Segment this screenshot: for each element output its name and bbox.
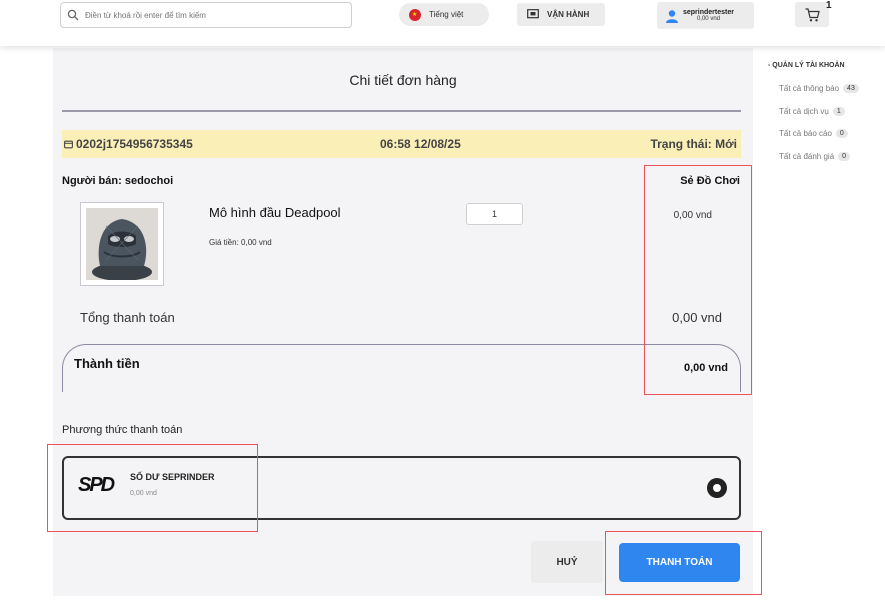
page-title: Chi tiết đơn hàng (349, 72, 457, 88)
seller-name[interactable]: sedochoi (125, 175, 173, 187)
sidebar-item-notifications[interactable]: Tất cả thông báo 43 (779, 84, 859, 93)
count-badge: 1 (832, 107, 845, 116)
operations-label: VẬN HÀNH (547, 10, 590, 19)
receipt-icon (64, 140, 73, 148)
order-time: 06:58 12/08/25 (380, 137, 461, 151)
cancel-button[interactable]: HUỶ (531, 541, 603, 583)
sidebar-item-label: Tất cả dịch vụ (779, 107, 829, 116)
search-icon (67, 9, 79, 21)
seller-label: Người bán: (62, 175, 122, 187)
language-button[interactable]: Tiếng việt (399, 3, 489, 26)
sidebar-title: - QUẢN LÝ TÀI KHOẢN (768, 62, 845, 69)
product-image[interactable] (80, 202, 164, 286)
search-box[interactable] (60, 2, 352, 28)
order-id-text: 0202j1754956735345 (76, 137, 193, 151)
quantity-field[interactable]: 1 (466, 203, 523, 225)
product-unit-price: Giá tiền: 0,00 vnd (209, 238, 272, 247)
sidebar-item-reports[interactable]: Tất cả báo cáo 0 (779, 129, 848, 138)
subtotal-label: Tổng thanh toán (80, 310, 175, 325)
payment-radio[interactable] (707, 478, 727, 498)
count-badge: 0 (838, 152, 851, 161)
annotation-payment-method (47, 444, 258, 532)
cart-count-badge: 1 (826, 0, 832, 11)
user-icon (666, 9, 678, 23)
user-name: seprindertester (683, 9, 734, 16)
sidebar-item-label: Tất cả báo cáo (779, 129, 832, 138)
annotation-pay-button (605, 531, 762, 595)
user-balance: 0,00 vnd (696, 16, 720, 22)
order-info-bar: 0202j1754956735345 06:58 12/08/25 Trạng … (62, 130, 741, 158)
sidebar-item-reviews[interactable]: Tất cả đánh giá 0 (779, 152, 851, 161)
sidebar-item-services[interactable]: Tất cả dịch vụ 1 (779, 107, 845, 116)
count-badge: 43 (843, 84, 859, 93)
count-badge: 0 (835, 129, 848, 138)
unit-price-label: Giá tiền: (209, 238, 239, 247)
language-label: Tiếng việt (429, 10, 464, 19)
payment-method-label: Phương thức thanh toán (62, 424, 183, 436)
deadpool-head-image (86, 208, 158, 280)
monitor-icon (527, 9, 539, 19)
search-input[interactable] (85, 10, 335, 20)
annotation-shop-column (644, 165, 752, 395)
cart-button[interactable] (795, 2, 829, 27)
total-label: Thành tiền (74, 356, 140, 371)
seller-info: Người bán: sedochoi (62, 175, 173, 187)
cart-icon (805, 7, 820, 21)
user-menu-button[interactable]: seprindertester 0,00 vnd (657, 2, 754, 29)
product-name[interactable]: Mô hình đầu Deadpool (209, 205, 341, 220)
sidebar-item-label: Tất cả đánh giá (779, 152, 835, 161)
order-status: Trạng thái: Mới (650, 137, 737, 151)
top-bar: Tiếng việt VẬN HÀNH seprindertester 0,00… (0, 0, 885, 46)
order-id: 0202j1754956735345 (64, 137, 193, 151)
user-info: seprindertester 0,00 vnd (683, 9, 734, 22)
total-box (62, 344, 741, 392)
vietnam-flag-icon (409, 8, 421, 21)
operations-button[interactable]: VẬN HÀNH (517, 3, 605, 26)
title-divider (62, 110, 741, 112)
unit-price-value: 0,00 vnd (241, 238, 272, 247)
sidebar-item-label: Tất cả thông báo (779, 84, 840, 93)
